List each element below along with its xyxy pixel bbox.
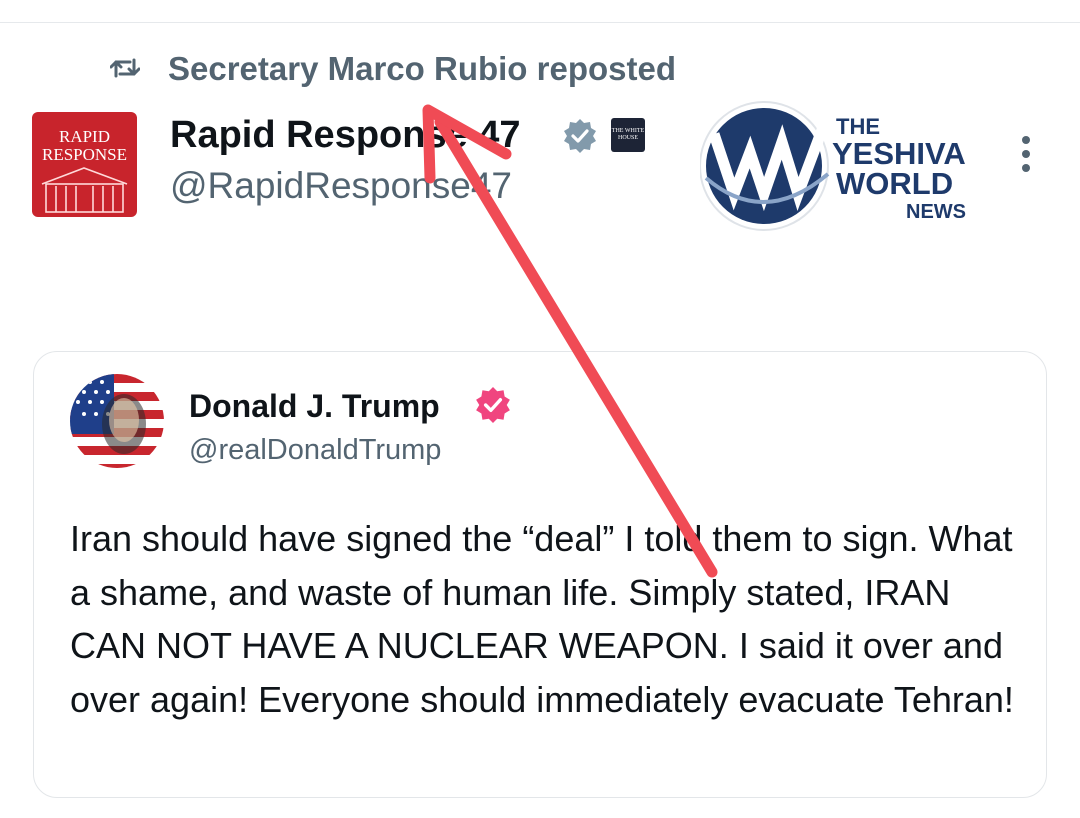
logo-text-news: NEWS — [906, 201, 966, 223]
repost-icon — [110, 58, 140, 78]
affiliate-badge-text: THE WHITE HOUSE — [611, 128, 645, 141]
avatar-text-response: RESPONSE — [42, 145, 127, 164]
more-options-icon[interactable] — [1016, 136, 1036, 176]
white-house-affiliate-badge[interactable]: THE WHITE HOUSE — [611, 118, 645, 152]
author-name[interactable]: Rapid Response 47 — [170, 114, 521, 157]
rapid-response-avatar[interactable]: RAPID RESPONSE — [32, 112, 137, 217]
repost-label[interactable]: Secretary Marco Rubio reposted — [168, 50, 676, 88]
quoted-author-handle[interactable]: @realDonaldTrump — [189, 434, 441, 467]
trump-avatar[interactable] — [70, 374, 164, 468]
quoted-author-name[interactable]: Donald J. Trump — [189, 388, 440, 425]
author-handle[interactable]: @RapidResponse47 — [170, 165, 512, 207]
logo-text-world: WORLD — [836, 166, 953, 201]
avatar-text-rapid: RAPID — [59, 127, 110, 146]
quoted-post-text: Iran should have signed the “deal” I tol… — [70, 518, 1014, 720]
verified-badge-icon — [564, 119, 596, 153]
yeshiva-world-news-logo: THE YESHIVA WORLD NEWS — [700, 101, 968, 231]
verified-badge-icon — [476, 387, 510, 423]
top-divider — [0, 22, 1080, 23]
quoted-post-card[interactable]: Donald J. Trump @realDonaldTrump Iran sh… — [33, 351, 1047, 798]
